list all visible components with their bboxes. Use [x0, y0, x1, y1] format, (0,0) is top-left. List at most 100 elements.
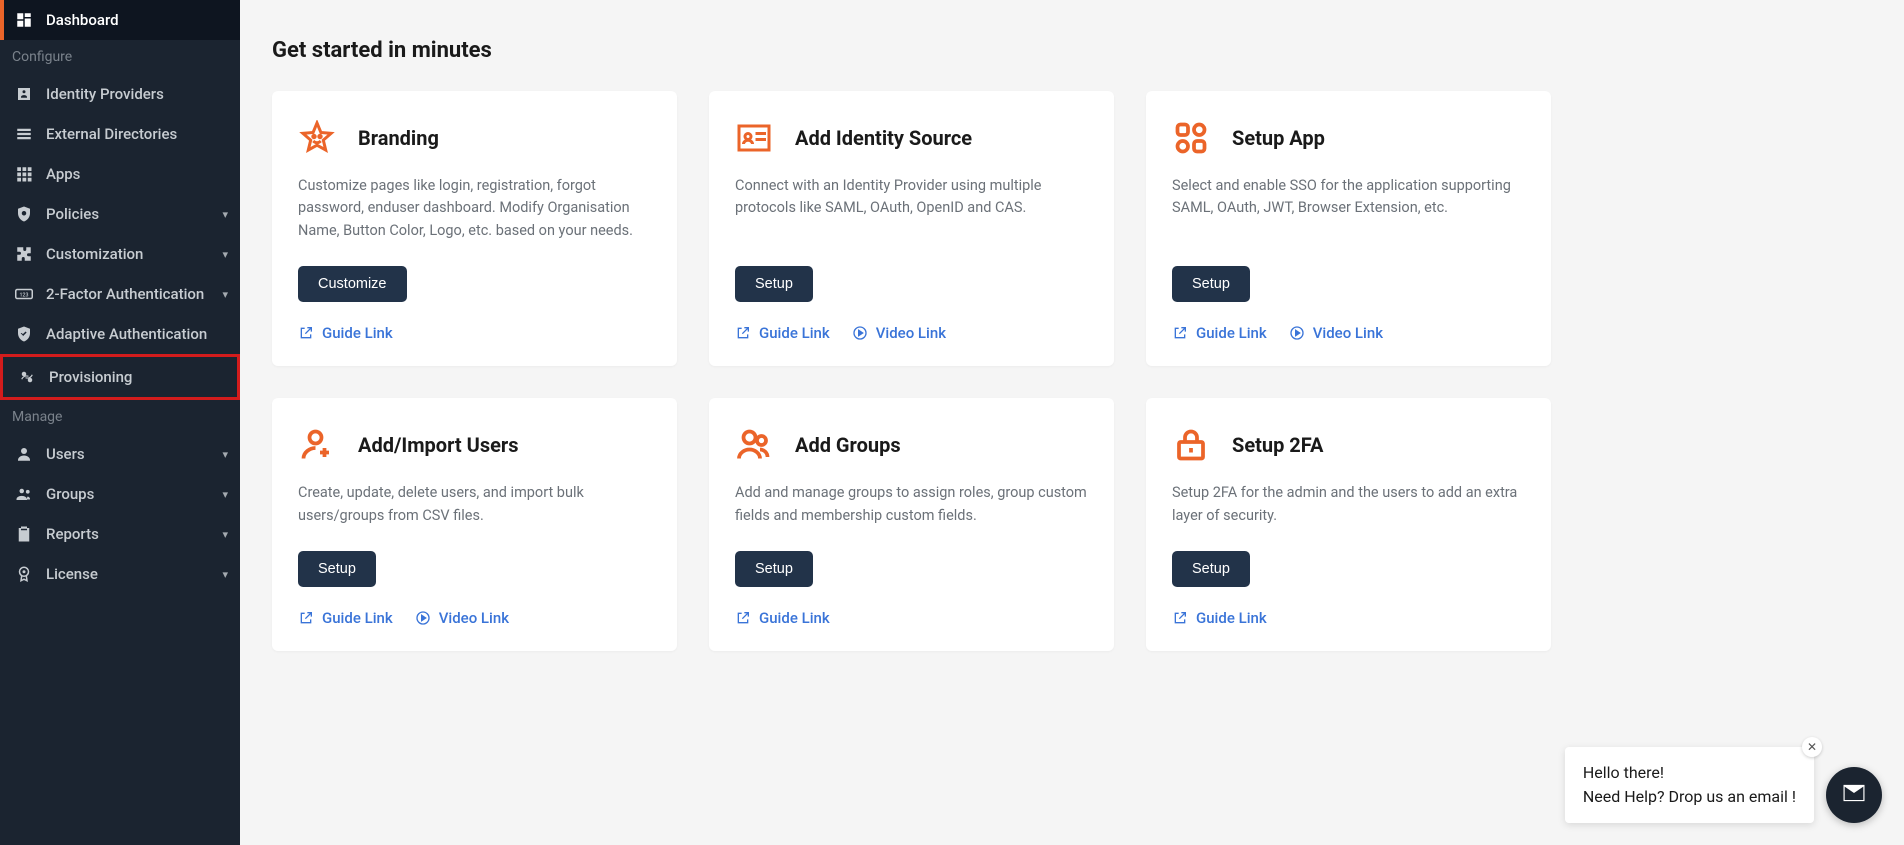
card-title: Setup 2FA: [1232, 433, 1323, 457]
sidebar-item-groups[interactable]: Groups ▾: [0, 474, 240, 514]
play-circle-icon: [852, 325, 868, 341]
chevron-down-icon: ▾: [222, 248, 228, 261]
card-desc: Setup 2FA for the admin and the users to…: [1172, 482, 1525, 527]
setup-button[interactable]: Setup: [735, 551, 813, 587]
open-in-new-icon: [735, 610, 751, 626]
mail-icon: [1840, 779, 1868, 811]
chevron-down-icon: ▾: [222, 208, 228, 221]
chevron-down-icon: ▾: [222, 488, 228, 501]
card-add-identity-source: Add Identity Source Connect with an Iden…: [709, 91, 1114, 366]
card-title: Setup App: [1232, 126, 1325, 150]
video-link[interactable]: Video Link: [852, 324, 946, 342]
sidebar: Dashboard Configure Identity Providers E…: [0, 0, 240, 845]
card-add-import-users: Add/Import Users Create, update, delete …: [272, 398, 677, 651]
main-content: Get started in minutes Branding Customiz…: [240, 0, 1904, 845]
clipboard-icon: [12, 525, 36, 543]
sidebar-item-label: Policies: [46, 205, 99, 223]
dashboard-icon: [12, 11, 36, 29]
id-badge-icon: [12, 85, 36, 103]
card-setup-2fa: Setup 2FA Setup 2FA for the admin and th…: [1146, 398, 1551, 651]
chat-tooltip: ✕ Hello there! Need Help? Drop us an ema…: [1565, 747, 1814, 823]
card-desc: Connect with an Identity Provider using …: [735, 175, 1088, 242]
open-in-new-icon: [1172, 325, 1188, 341]
open-in-new-icon: [298, 325, 314, 341]
chat-line2: Need Help? Drop us an email !: [1583, 785, 1796, 809]
sidebar-item-external-directories[interactable]: External Directories: [0, 114, 240, 154]
star-icon: [298, 119, 336, 157]
sidebar-item-label: Reports: [46, 525, 99, 543]
sidebar-item-users[interactable]: Users ▾: [0, 434, 240, 474]
guide-link[interactable]: Guide Link: [298, 609, 393, 627]
sidebar-item-label: Apps: [46, 165, 80, 183]
card-desc: Add and manage groups to assign roles, g…: [735, 482, 1088, 527]
guide-link[interactable]: Guide Link: [298, 324, 393, 342]
users-icon: [12, 485, 36, 503]
card-grid: Branding Customize pages like login, reg…: [272, 91, 1872, 651]
chat-close-button[interactable]: ✕: [1802, 737, 1822, 757]
sidebar-item-provisioning[interactable]: Provisioning: [0, 354, 240, 400]
guide-link[interactable]: Guide Link: [735, 324, 830, 342]
chat-fab-button[interactable]: [1826, 767, 1882, 823]
sidebar-item-label: Dashboard: [46, 11, 119, 29]
sidebar-item-label: License: [46, 565, 98, 583]
chat-line1: Hello there!: [1583, 761, 1796, 785]
sidebar-item-2fa[interactable]: 123 2-Factor Authentication ▾: [0, 274, 240, 314]
sidebar-item-adaptive-auth[interactable]: Adaptive Authentication: [0, 314, 240, 354]
chevron-down-icon: ▾: [222, 528, 228, 541]
puzzle-icon: [12, 245, 36, 263]
sidebar-item-label: Provisioning: [49, 368, 132, 386]
setup-button[interactable]: Setup: [735, 266, 813, 302]
sidebar-item-label: Customization: [46, 245, 143, 263]
chevron-down-icon: ▾: [222, 568, 228, 581]
chat-widget: ✕ Hello there! Need Help? Drop us an ema…: [1565, 747, 1882, 823]
open-in-new-icon: [1172, 610, 1188, 626]
sidebar-item-license[interactable]: License ▾: [0, 554, 240, 594]
badge-icon: [12, 565, 36, 583]
grid-icon: [12, 165, 36, 183]
sidebar-item-policies[interactable]: Policies ▾: [0, 194, 240, 234]
guide-link[interactable]: Guide Link: [1172, 324, 1267, 342]
setup-button[interactable]: Setup: [1172, 551, 1250, 587]
card-setup-app: Setup App Select and enable SSO for the …: [1146, 91, 1551, 366]
chevron-down-icon: ▾: [222, 288, 228, 301]
card-title: Add/Import Users: [358, 433, 519, 457]
video-link[interactable]: Video Link: [1289, 324, 1383, 342]
customize-button[interactable]: Customize: [298, 266, 407, 302]
card-desc: Create, update, delete users, and import…: [298, 482, 651, 527]
user-icon: [12, 445, 36, 463]
play-circle-icon: [1289, 325, 1305, 341]
list-icon: [12, 125, 36, 143]
open-in-new-icon: [735, 325, 751, 341]
sync-users-icon: [15, 368, 39, 386]
sidebar-item-label: 2-Factor Authentication: [46, 285, 204, 303]
card-add-groups: Add Groups Add and manage groups to assi…: [709, 398, 1114, 651]
page-title: Get started in minutes: [272, 38, 1872, 63]
svg-text:123: 123: [20, 292, 29, 298]
code-icon: 123: [12, 287, 36, 301]
sidebar-item-label: External Directories: [46, 125, 177, 143]
users-icon: [735, 426, 773, 464]
card-branding: Branding Customize pages like login, reg…: [272, 91, 677, 366]
sidebar-section-configure: Configure: [0, 40, 240, 74]
sidebar-item-apps[interactable]: Apps: [0, 154, 240, 194]
guide-link[interactable]: Guide Link: [735, 609, 830, 627]
shield-gear-icon: [12, 205, 36, 223]
sidebar-item-reports[interactable]: Reports ▾: [0, 514, 240, 554]
play-circle-icon: [415, 610, 431, 626]
video-link[interactable]: Video Link: [415, 609, 509, 627]
sidebar-item-identity-providers[interactable]: Identity Providers: [0, 74, 240, 114]
sidebar-item-label: Users: [46, 445, 85, 463]
card-desc: Customize pages like login, registration…: [298, 175, 651, 242]
chevron-down-icon: ▾: [222, 448, 228, 461]
sidebar-item-label: Groups: [46, 485, 94, 503]
setup-button[interactable]: Setup: [298, 551, 376, 587]
setup-button[interactable]: Setup: [1172, 266, 1250, 302]
open-in-new-icon: [298, 610, 314, 626]
apps-icon: [1172, 119, 1210, 157]
lock-icon: [1172, 426, 1210, 464]
card-title: Add Groups: [795, 433, 901, 457]
guide-link[interactable]: Guide Link: [1172, 609, 1267, 627]
sidebar-item-customization[interactable]: Customization ▾: [0, 234, 240, 274]
sidebar-item-label: Adaptive Authentication: [46, 325, 207, 343]
sidebar-item-dashboard[interactable]: Dashboard: [0, 0, 240, 40]
